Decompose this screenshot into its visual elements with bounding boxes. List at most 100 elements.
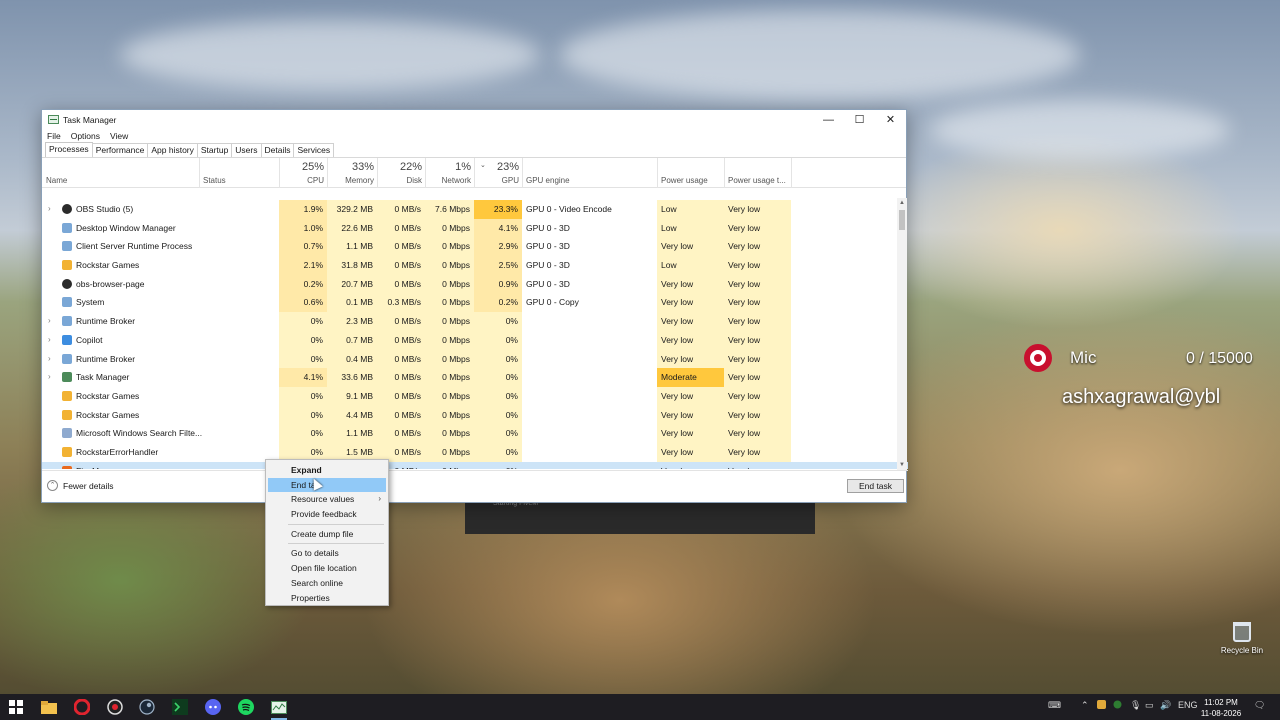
header-status[interactable]: Status (199, 158, 279, 188)
menu-separator (288, 543, 384, 545)
header-memory[interactable]: 33% Memory (327, 158, 377, 188)
tray-overflow-chevron-icon[interactable]: ⌃ (1081, 700, 1089, 711)
cell-cpu: 0.6% (279, 293, 327, 313)
file-explorer-icon[interactable] (39, 698, 59, 716)
task-manager-taskbar-icon[interactable] (269, 698, 289, 720)
fewer-details-button[interactable]: ⌃ Fewer details (47, 480, 114, 491)
process-row[interactable]: RockstarErrorHandler 0% 1.5 MB 0 MB/s 0 Mbps… (42, 442, 908, 462)
process-row[interactable]: obs-browser-page 0.2% 20.7 MB 0 MB/s 0 Mbps 0… (42, 274, 908, 294)
cell-gpu: 0% (474, 442, 522, 462)
expand-chevron-icon[interactable]: › (48, 462, 51, 469)
task-manager-icon (48, 115, 59, 124)
process-row[interactable]: › Copilot 0% 0.7 MB 0 MB/s 0 Mbps 0% Very low Ve… (42, 330, 908, 350)
menu-item-expand[interactable]: Expand (268, 463, 386, 478)
expand-chevron-icon[interactable]: › (48, 350, 51, 369)
minimize-button[interactable]: — (813, 110, 844, 129)
header-power-trend[interactable]: Power usage t... (724, 158, 791, 188)
expand-chevron-icon[interactable]: › (48, 368, 51, 387)
menu-view[interactable]: View (110, 131, 128, 141)
process-name: Task Manager (76, 372, 130, 383)
recycle-bin[interactable]: Recycle Bin (1218, 622, 1266, 655)
menu-options[interactable]: Options (71, 131, 100, 141)
taskmanager-icon (62, 372, 72, 383)
header-name[interactable]: Name (42, 158, 199, 188)
process-row[interactable]: › Task Manager 4.1% 33.6 MB 0 MB/s 0 Mbps 0% Mo… (42, 368, 908, 387)
cell-trend: Very low (724, 312, 791, 331)
cell-engine: GPU 0 - 3D (526, 260, 570, 271)
scroll-down-icon[interactable]: ▼ (897, 460, 907, 470)
menu-item-properties[interactable]: Properties (268, 591, 386, 606)
opera-icon[interactable] (72, 698, 92, 716)
end-task-button[interactable]: End task (847, 479, 904, 493)
process-row[interactable]: › Runtime Broker 0% 0.4 MB 0 MB/s 0 Mbps 0% Ver… (42, 349, 908, 369)
menu-item-provide-feedback[interactable]: Provide feedback (268, 507, 386, 522)
header-network[interactable]: 1% Network (425, 158, 474, 188)
header-disk[interactable]: 22% Disk (377, 158, 425, 188)
process-row[interactable]: Client Server Runtime Process 0.7% 1.1 MB 0… (42, 237, 908, 257)
scroll-thumb[interactable] (899, 210, 905, 230)
process-row[interactable]: Microsoft Windows Search Filte... 0% 1.1 M… (42, 424, 908, 443)
header-cpu[interactable]: 25% CPU (279, 158, 327, 188)
vertical-scrollbar[interactable]: ▲ ▼ (897, 198, 907, 470)
cell-power: Very low (657, 405, 724, 425)
tab-processes[interactable]: Processes (45, 142, 93, 157)
expand-chevron-icon[interactable]: › (48, 331, 51, 350)
menu-item-go-to-details[interactable]: Go to details (268, 546, 386, 561)
tab-startup[interactable]: Startup (196, 143, 233, 157)
menu-item-end-task[interactable]: End ta (268, 477, 386, 493)
tab-app-history[interactable]: App history (147, 143, 198, 157)
clock-date: 11-08-2026 (1200, 709, 1242, 718)
maximize-button[interactable]: ☐ (844, 110, 875, 129)
cell-cpu: 4.1% (279, 368, 327, 387)
system-clock[interactable]: 11:02 PM 11-08-2026 (1198, 697, 1244, 719)
expand-chevron-icon[interactable]: › (48, 312, 51, 331)
cell-gpu: 23.3% (474, 200, 522, 219)
terminal-icon[interactable] (170, 698, 190, 716)
process-row[interactable]: System 0.6% 0.1 MB 0.3 MB/s 0 Mbps 0.2% GPU 0 … (42, 293, 908, 313)
close-button[interactable]: ✕ (875, 110, 906, 129)
process-row[interactable]: Rockstar Games 0% 9.1 MB 0 MB/s 0 Mbps 0% Very… (42, 386, 908, 406)
process-row[interactable]: Rockstar Games 2.1% 31.8 MB 0 MB/s 0 Mbps 2.5… (42, 256, 908, 275)
language-indicator[interactable]: ENG (1178, 700, 1198, 710)
volume-icon[interactable]: 🔊 (1160, 700, 1171, 711)
menu-item-search-online[interactable]: Search online (268, 576, 386, 591)
notification-icon[interactable]: 🗨 (1254, 700, 1265, 711)
steam-icon[interactable] (137, 698, 157, 716)
process-row[interactable]: ›FiveM0 MB/s0 Mbps0%Very lowVery low (42, 461, 908, 469)
menu-item-resource-values[interactable]: Resource values › (268, 492, 386, 507)
process-row[interactable]: › Runtime Broker 0% 2.3 MB 0 MB/s 0 Mbps 0% Ver… (42, 312, 908, 331)
process-row[interactable]: › OBS Studio (5) 1.9% 329.2 MB 0 MB/s 7.6 Mbp… (42, 200, 908, 219)
tab-services[interactable]: Services (293, 143, 335, 157)
rockstar-launcher-icon[interactable] (105, 698, 125, 716)
menu-item-create-dump-file[interactable]: Create dump file (268, 527, 386, 542)
microphone-icon[interactable]: 🎙 (1130, 700, 1141, 711)
menu-file[interactable]: File (47, 131, 61, 141)
cell-gpu: 2.9% (474, 237, 522, 257)
cell-cpu: 1.0% (279, 218, 327, 238)
tray-app-icon[interactable] (1097, 700, 1106, 711)
cell-mem: 2.3 MB (327, 312, 377, 331)
keyboard-icon[interactable]: ⌨ (1048, 700, 1061, 711)
cell-power: Very low (657, 237, 724, 257)
scroll-up-icon[interactable]: ▲ (897, 198, 907, 208)
network-icon[interactable]: ▭ (1145, 700, 1154, 711)
tray-shield-icon[interactable] (1113, 700, 1122, 711)
tab-users[interactable]: Users (231, 143, 262, 157)
cell-trend: Very low (724, 293, 791, 313)
process-row[interactable]: Rockstar Games 0% 4.4 MB 0 MB/s 0 Mbps 0% Very… (42, 405, 908, 425)
tab-details[interactable]: Details (260, 143, 295, 157)
windows-start-icon[interactable] (6, 698, 26, 716)
expand-chevron-icon[interactable]: › (48, 200, 51, 219)
cell-net: 0 Mbps (425, 274, 474, 294)
discord-icon[interactable] (203, 698, 223, 716)
cell-gpu: 2.5% (474, 256, 522, 275)
process-row[interactable]: Desktop Window Manager 1.0% 22.6 MB 0 MB/s 0… (42, 218, 908, 238)
title-bar[interactable]: Task Manager — ☐ ✕ (42, 110, 906, 129)
menu-item-open-file-location[interactable]: Open file location (268, 561, 386, 576)
rockstar-icon (62, 409, 72, 420)
tab-performance[interactable]: Performance (91, 143, 149, 157)
cell-net: 0 Mbps (425, 218, 474, 238)
header-power-usage[interactable]: Power usage (657, 158, 724, 188)
spotify-icon[interactable] (236, 698, 256, 716)
header-gpu-engine[interactable]: GPU engine (522, 158, 657, 188)
